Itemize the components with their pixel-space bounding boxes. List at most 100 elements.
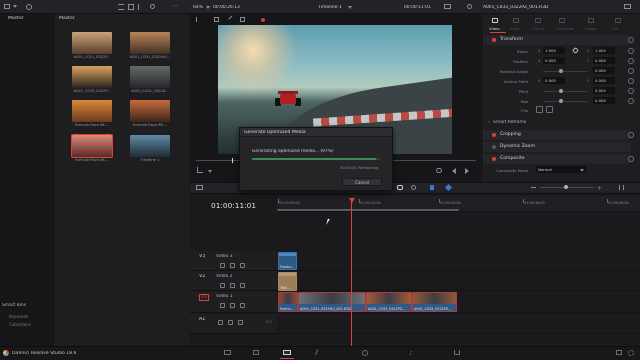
position-x-field[interactable]: 0.000	[543, 57, 565, 64]
inspector-expand-icon[interactable]	[624, 4, 631, 9]
composite-mode-dropdown-icon[interactable]	[580, 169, 584, 172]
smart-reframe-section[interactable]: › Smart Reframe	[488, 120, 526, 125]
play-icon[interactable]	[465, 168, 469, 174]
position-reset-icon[interactable]	[628, 58, 634, 64]
viewer-zoom[interactable]: 64%	[193, 5, 203, 10]
track-lock-button[interactable]	[220, 263, 225, 268]
grid-view-icon[interactable]	[128, 4, 134, 10]
flip-horizontal-button[interactable]	[536, 106, 543, 113]
dropdown-icon[interactable]	[13, 5, 17, 8]
sort-icon[interactable]	[138, 4, 144, 10]
video1-clip[interactable]: A001_C033_0322PZ...	[366, 292, 412, 312]
fusion-clip[interactable]: Fusion...	[278, 252, 297, 270]
pitch-slider-handle[interactable]	[559, 89, 563, 93]
zoom-out-icon[interactable]	[531, 187, 536, 188]
page-cut-icon[interactable]	[253, 350, 259, 355]
loop-icon[interactable]	[436, 168, 442, 173]
dynamic-zoom-disabled-dot[interactable]	[492, 145, 496, 149]
flag-icon[interactable]	[430, 185, 434, 190]
transform-tool-icon[interactable]	[197, 167, 203, 173]
clip-thumbnail[interactable]	[72, 100, 112, 122]
zoom-in-icon[interactable]: +	[597, 185, 602, 192]
smart-bin-keywords[interactable]: Keywords	[9, 314, 28, 319]
inspector-tab-icon[interactable]	[615, 18, 621, 23]
dynamic-zoom-section[interactable]: Dynamic Zoom	[483, 142, 631, 152]
rotation-slider[interactable]	[543, 71, 587, 72]
transform-enabled-dot[interactable]	[492, 38, 496, 42]
clip-thumbnail[interactable]	[72, 66, 112, 88]
zoom-dropdown-icon[interactable]	[206, 6, 210, 9]
text-clip[interactable]: Text...	[278, 272, 297, 291]
clip-thumbnail[interactable]	[130, 66, 170, 88]
anchor-x-field[interactable]: 0.000	[543, 77, 565, 84]
transform-section[interactable]: Transform	[483, 35, 631, 45]
video1-clip[interactable]: A001_C033_0322PZ...	[412, 292, 457, 312]
track-name-v1[interactable]: Video 1	[216, 294, 233, 299]
composite-mode-select[interactable]: Normal	[536, 166, 586, 173]
playhead-handle[interactable]	[349, 198, 355, 203]
settings-gear-icon[interactable]	[628, 350, 634, 356]
composite-section[interactable]: Composite	[483, 154, 631, 164]
yaw-field[interactable]: 0.000	[593, 97, 615, 104]
track-visibility-button[interactable]	[240, 283, 245, 288]
timeline-scrollbar[interactable]	[277, 209, 459, 211]
viewer-tool-box-icon[interactable]	[240, 17, 245, 22]
anchor-reset-icon[interactable]	[628, 78, 634, 84]
viewer-options-icon[interactable]	[444, 4, 451, 9]
zoom-x-field[interactable]: 1.000	[543, 47, 565, 54]
flip-vertical-button[interactable]	[546, 106, 553, 113]
zoom-reset-icon[interactable]	[628, 48, 634, 54]
viewer-tool-pointer-icon[interactable]	[196, 17, 200, 22]
timeline-view-icon[interactable]	[196, 185, 203, 190]
sync-icon[interactable]	[467, 4, 472, 9]
inspector-tab-file[interactable]: File	[612, 26, 618, 31]
zoom-slider-handle[interactable]	[564, 185, 568, 189]
composite-reset-icon[interactable]	[628, 156, 634, 162]
smart-reframe-chevron-icon[interactable]: ›	[488, 120, 490, 125]
anchor-y-field[interactable]: 0.000	[593, 77, 615, 84]
rotation-slider-handle[interactable]	[559, 69, 563, 73]
inspector-tab-video[interactable]: Video	[489, 26, 500, 31]
search-icon[interactable]	[150, 4, 155, 9]
clip-thumbnail[interactable]	[130, 135, 170, 157]
inspector-tab-icon[interactable]	[559, 18, 565, 23]
viewer-tool-record-icon[interactable]	[261, 18, 265, 22]
inspector-tab-audio[interactable]: Audio	[510, 26, 521, 31]
track-id-a1[interactable]: A1	[199, 317, 205, 322]
track-name-v3[interactable]: Video 3	[216, 254, 233, 259]
clip-thumbnail[interactable]	[71, 134, 113, 158]
track-visibility-button[interactable]	[240, 303, 245, 308]
track-auto-select-button[interactable]	[230, 283, 235, 288]
composite-enabled-dot[interactable]	[492, 157, 496, 161]
inspector-tab-icon[interactable]	[588, 18, 594, 23]
page-fairlight-icon[interactable]: ♪	[409, 350, 413, 357]
track-id-v1[interactable]: V1	[199, 294, 210, 301]
inspector-tab-transition[interactable]: Transition	[556, 26, 574, 31]
yaw-reset-icon[interactable]	[628, 98, 634, 104]
track-visibility-button[interactable]	[240, 263, 245, 268]
clip-thumbnail[interactable]	[72, 32, 112, 54]
inspector-tab-icon[interactable]	[492, 18, 498, 23]
track-lock-button[interactable]	[220, 303, 225, 308]
more-options-icon[interactable]: ···	[172, 3, 178, 10]
pitch-reset-icon[interactable]	[628, 88, 634, 94]
transform-reset-icon[interactable]	[628, 37, 634, 43]
pitch-field[interactable]: 0.000	[593, 87, 615, 94]
clip-thumbnail[interactable]	[130, 100, 170, 122]
inspector-tab-icon[interactable]	[513, 18, 519, 23]
rotation-reset-icon[interactable]	[628, 68, 634, 74]
timeline-dropdown-icon[interactable]	[348, 6, 352, 9]
track-auto-select-button[interactable]	[230, 303, 235, 308]
cropping-enabled-dot[interactable]	[492, 133, 496, 137]
track-id-v2[interactable]: V2	[199, 274, 205, 279]
inspector-tab-icon[interactable]	[535, 18, 541, 23]
video1-clip[interactable]: A001_C031_0322HU_001.R3D	[298, 292, 366, 312]
pitch-slider[interactable]	[543, 91, 587, 92]
page-deliver-icon[interactable]	[454, 350, 460, 355]
track-lock-button[interactable]	[220, 283, 225, 288]
clip-thumbnail[interactable]	[130, 32, 170, 54]
timeline-options-icon[interactable]	[619, 185, 624, 190]
page-media-icon[interactable]	[224, 350, 231, 355]
home-icon[interactable]	[616, 350, 622, 355]
rotation-field[interactable]: 0.000	[593, 67, 615, 74]
